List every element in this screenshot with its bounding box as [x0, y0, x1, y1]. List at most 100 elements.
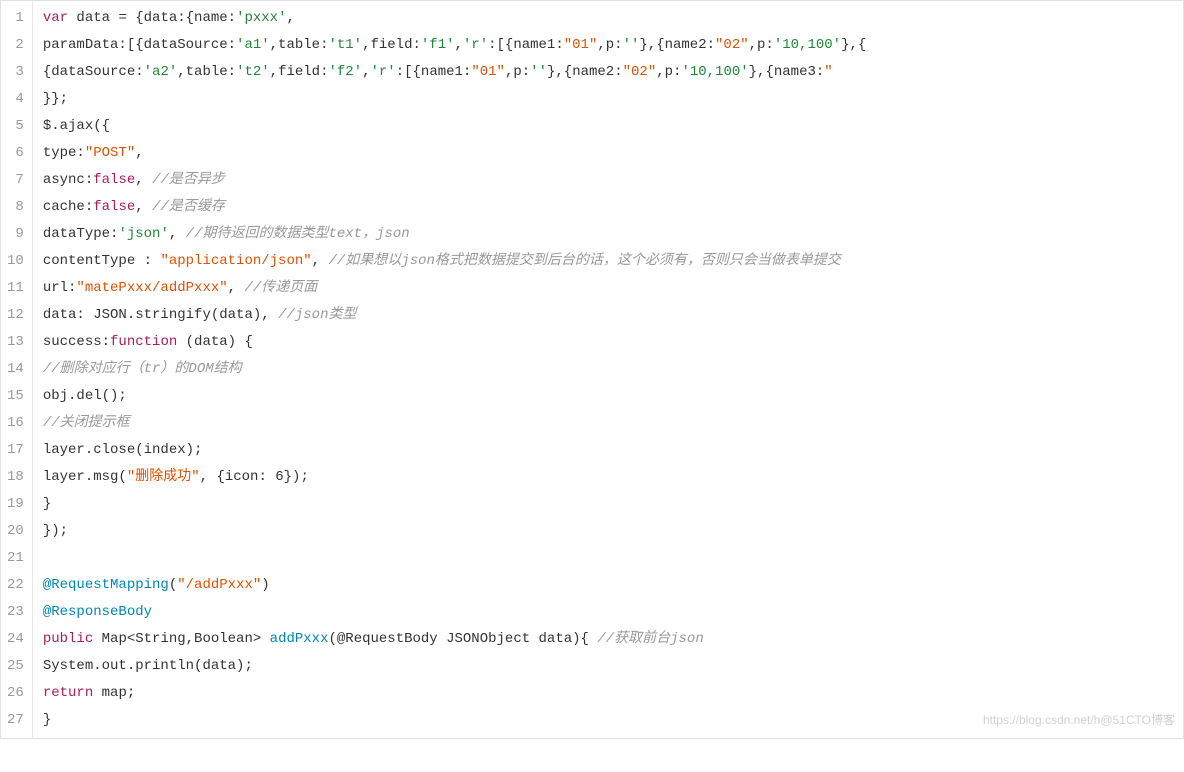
line-number: 5: [7, 113, 24, 140]
code-line: type:"POST",: [43, 140, 1183, 167]
code-token: (data) {: [177, 334, 253, 350]
code-token: ,field:: [270, 64, 329, 80]
code-line: url:"matePxxx/addPxxx", //传递页面: [43, 275, 1183, 302]
code-line: layer.msg("删除成功", {icon: 6});: [43, 464, 1183, 491]
code-line: }: [43, 491, 1183, 518]
code-token: "02": [715, 37, 749, 53]
code-token: success:: [43, 334, 110, 350]
code-token: $.ajax({: [43, 118, 110, 134]
code-token: 'json': [118, 226, 168, 242]
code-line: @ResponseBody: [43, 599, 1183, 626]
code-token: async:: [43, 172, 93, 188]
code-token: '10,100': [681, 64, 748, 80]
code-content: var data = {data:{name:'pxxx', paramData…: [33, 1, 1183, 738]
code-token: }};: [43, 91, 68, 107]
code-token: :[{name1:: [488, 37, 564, 53]
line-number: 6: [7, 140, 24, 167]
line-number: 21: [7, 545, 24, 572]
line-number: 17: [7, 437, 24, 464]
code-token: ,table:: [177, 64, 236, 80]
code-token: //是否异步: [152, 172, 225, 188]
code-token: addPxxx: [270, 631, 329, 647]
code-token: ,field:: [362, 37, 421, 53]
code-token: (@RequestBody JSONObject data){: [328, 631, 597, 647]
code-token: "01": [564, 37, 598, 53]
code-token: ,: [362, 64, 370, 80]
code-line: var data = {data:{name:'pxxx',: [43, 5, 1183, 32]
code-token: :[{name1:: [396, 64, 472, 80]
code-block: 1234567891011121314151617181920212223242…: [0, 0, 1184, 739]
line-number: 8: [7, 194, 24, 221]
code-line: async:false, //是否异步: [43, 167, 1183, 194]
line-number: 26: [7, 680, 24, 707]
code-token: //是否缓存: [152, 199, 225, 215]
code-line: return map;: [43, 680, 1183, 707]
code-token: },{: [841, 37, 866, 53]
code-token: 't1': [328, 37, 362, 53]
code-token: ": [824, 64, 832, 80]
code-token: type:: [43, 145, 85, 161]
code-token: ,: [135, 199, 152, 215]
code-token: false: [93, 199, 135, 215]
code-token: ,p:: [656, 64, 681, 80]
code-token: Map<String,Boolean>: [93, 631, 269, 647]
line-number: 3: [7, 59, 24, 86]
code-line: });: [43, 518, 1183, 545]
code-token: //期待返回的数据类型text，json: [186, 226, 410, 242]
code-token: "POST": [85, 145, 135, 161]
line-number: 20: [7, 518, 24, 545]
line-number: 7: [7, 167, 24, 194]
code-line: //关闭提示框: [43, 410, 1183, 437]
code-token: ,p:: [749, 37, 774, 53]
code-line: layer.close(index);: [43, 437, 1183, 464]
line-number-gutter: 1234567891011121314151617181920212223242…: [1, 1, 33, 738]
code-token: }: [43, 496, 51, 512]
code-token: var: [43, 10, 68, 26]
code-line: //删除对应行（tr）的DOM结构: [43, 356, 1183, 383]
line-number: 13: [7, 329, 24, 356]
code-token: 'r': [463, 37, 488, 53]
code-token: , {icon: 6});: [200, 469, 309, 485]
code-line: data: JSON.stringify(data), //json类型: [43, 302, 1183, 329]
code-token: ,: [228, 280, 245, 296]
code-token: "application/json": [160, 253, 311, 269]
code-token: data = {data:{name:: [68, 10, 236, 26]
line-number: 24: [7, 626, 24, 653]
code-token: '': [623, 37, 640, 53]
code-token: }: [43, 712, 51, 728]
code-token: ): [261, 577, 269, 593]
code-token: 'a1': [236, 37, 270, 53]
code-line: [43, 545, 1183, 572]
code-token: System.out.println(data);: [43, 658, 253, 674]
line-number: 10: [7, 248, 24, 275]
code-line: }};: [43, 86, 1183, 113]
code-token: '10,100': [774, 37, 841, 53]
code-line: obj.del();: [43, 383, 1183, 410]
code-token: paramData:[{dataSource:: [43, 37, 236, 53]
code-token: 'f1': [421, 37, 455, 53]
code-token: (: [169, 577, 177, 593]
code-token: },{name3:: [749, 64, 825, 80]
code-token: });: [43, 523, 68, 539]
code-token: @ResponseBody: [43, 604, 152, 620]
line-number: 14: [7, 356, 24, 383]
line-number: 22: [7, 572, 24, 599]
code-line: paramData:[{dataSource:'a1',table:'t1',f…: [43, 32, 1183, 59]
code-token: 't2': [236, 64, 270, 80]
code-line: @RequestMapping("/addPxxx"): [43, 572, 1183, 599]
line-number: 15: [7, 383, 24, 410]
line-number: 25: [7, 653, 24, 680]
line-number: 12: [7, 302, 24, 329]
code-token: //如果想以json格式把数据提交到后台的话，这个必须有，否则只会当做表单提交: [328, 253, 840, 269]
code-token: 'r': [371, 64, 396, 80]
code-token: url:: [43, 280, 77, 296]
code-line: public Map<String,Boolean> addPxxx(@Requ…: [43, 626, 1183, 653]
code-token: ,: [286, 10, 294, 26]
line-number: 2: [7, 32, 24, 59]
line-number: 19: [7, 491, 24, 518]
code-token: ,: [135, 172, 152, 188]
code-token: layer.msg(: [43, 469, 127, 485]
code-line: cache:false, //是否缓存: [43, 194, 1183, 221]
code-token: false: [93, 172, 135, 188]
line-number: 18: [7, 464, 24, 491]
